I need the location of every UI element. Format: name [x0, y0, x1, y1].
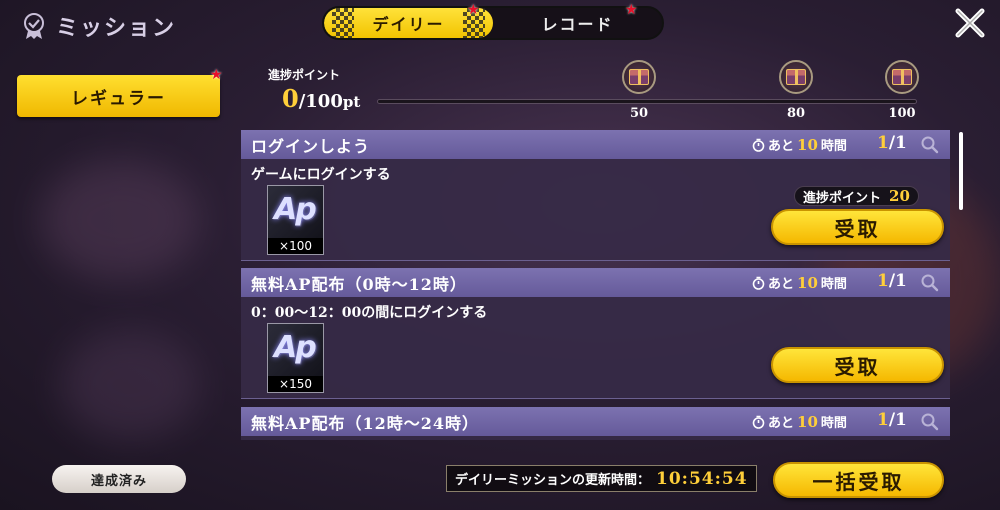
mission-description: 0：00～12：00の間にログインする [251, 305, 488, 321]
bulk-claim-label: 一括受取 [812, 469, 905, 494]
category-regular-label: レギュラー [71, 88, 166, 109]
screen-header: ミッション [22, 10, 176, 42]
tab-daily-alert-star-icon: ★ [467, 2, 480, 18]
clock-icon [752, 138, 765, 152]
timer-prefix: あと [768, 277, 795, 292]
points-value: 20 [889, 187, 910, 205]
milestone-label-100: 100 [888, 106, 916, 121]
progress-track [377, 99, 917, 104]
timer-value: 10 [797, 412, 818, 431]
progress-value: 0/100pt [282, 84, 360, 113]
bulk-claim-button[interactable]: 一括受取 [773, 462, 944, 498]
reward-chest-80-icon[interactable] [779, 60, 813, 94]
list-scrollbar[interactable] [959, 132, 963, 210]
mission-count: 1/1 [877, 133, 907, 153]
claim-button-label: 受取 [834, 354, 881, 379]
progress-label: 進捗ポイント [268, 68, 341, 82]
progress-max: /100 [298, 91, 343, 112]
points-label: 進捗ポイント [803, 190, 882, 206]
close-icon[interactable] [952, 5, 988, 41]
refresh-time: 10:54:54 [656, 468, 748, 489]
background-decoration [60, 330, 200, 440]
category-alert-star-icon: ★ [210, 67, 223, 83]
mission-description: ゲームにログインする [251, 167, 391, 183]
reward-chest-50-icon[interactable] [622, 60, 656, 94]
clock-icon [752, 415, 765, 429]
mission-timer: あと 10 時間 [752, 412, 847, 431]
category-regular-button[interactable]: レギュラー [17, 75, 220, 117]
count-done: 1 [877, 271, 889, 291]
mission-card: 無料AP配布（0時～12時） あと 10 時間 1/1 0：00～12：00の間… [241, 268, 950, 399]
count-done: 1 [877, 410, 889, 430]
search-icon[interactable] [921, 136, 939, 154]
tab-daily-label: デイリー [372, 15, 445, 34]
clock-icon [752, 276, 765, 290]
mission-type-tabs: デイリー レコード [322, 6, 664, 40]
progress-unit: pt [342, 93, 361, 111]
mission-card-header: ログインしよう あと 10 時間 1/1 [241, 130, 950, 159]
mission-timer: あと 10 時間 [752, 273, 847, 292]
search-icon[interactable] [921, 274, 939, 292]
milestone-label-50: 50 [629, 106, 649, 121]
reward-chest-100-icon[interactable] [885, 60, 919, 94]
timer-unit: 時間 [820, 277, 847, 292]
claim-button[interactable]: 受取 [771, 209, 944, 245]
mission-count: 1/1 [877, 271, 907, 291]
timer-prefix: あと [768, 139, 795, 154]
ap-reward-icon[interactable]: Ap ×100 [267, 185, 324, 255]
timer-prefix: あと [768, 416, 795, 431]
search-icon[interactable] [921, 413, 939, 431]
count-total: /1 [888, 271, 907, 291]
timer-unit: 時間 [820, 416, 847, 431]
reward-quantity: ×100 [268, 238, 323, 254]
mission-card-header: 無料AP配布（12時～24時） あと 10 時間 1/1 [241, 407, 950, 436]
timer-value: 10 [797, 135, 818, 154]
background-decoration [40, 160, 200, 280]
achieved-button[interactable]: 達成済み [52, 465, 186, 493]
tab-record-alert-star-icon: ★ [625, 2, 638, 18]
mission-card-header: 無料AP配布（0時～12時） あと 10 時間 1/1 [241, 268, 950, 297]
mission-title: 無料AP配布（12時～24時） [251, 413, 479, 433]
mission-list[interactable]: ログインしよう あと 10 時間 1/1 ゲームにログインする Ap ×100 … [241, 130, 950, 440]
milestone-label-80: 80 [786, 106, 806, 121]
mission-card: 無料AP配布（12時～24時） あと 10 時間 1/1 [241, 407, 950, 440]
count-total: /1 [888, 133, 907, 153]
ap-icon-text: Ap [274, 192, 317, 227]
mission-count: 1/1 [877, 410, 907, 430]
progress-points-badge: 進捗ポイント 20 [794, 186, 919, 206]
mission-timer: あと 10 時間 [752, 135, 847, 154]
mission-title: ログインしよう [251, 136, 371, 156]
claim-button[interactable]: 受取 [771, 347, 944, 383]
tab-pattern-decoration [332, 8, 354, 38]
progress-current: 0 [282, 84, 299, 113]
mission-title: 無料AP配布（0時～12時） [251, 274, 467, 294]
ap-reward-icon[interactable]: Ap ×150 [267, 323, 324, 393]
tab-record-label: レコード [541, 15, 614, 34]
page-title: ミッション [56, 15, 177, 41]
claim-button-label: 受取 [834, 216, 881, 241]
mission-card: ログインしよう あと 10 時間 1/1 ゲームにログインする Ap ×100 … [241, 130, 950, 261]
count-total: /1 [888, 410, 907, 430]
mission-badge-icon [24, 13, 44, 39]
refresh-timer: デイリーミッションの更新時間： 10:54:54 [446, 465, 757, 492]
timer-unit: 時間 [820, 139, 847, 154]
count-done: 1 [877, 133, 889, 153]
timer-value: 10 [797, 273, 818, 292]
achieved-button-label: 達成済み [90, 473, 147, 489]
reward-quantity: ×150 [268, 376, 323, 392]
ap-icon-text: Ap [274, 330, 317, 365]
refresh-label: デイリーミッションの更新時間： [455, 473, 651, 488]
